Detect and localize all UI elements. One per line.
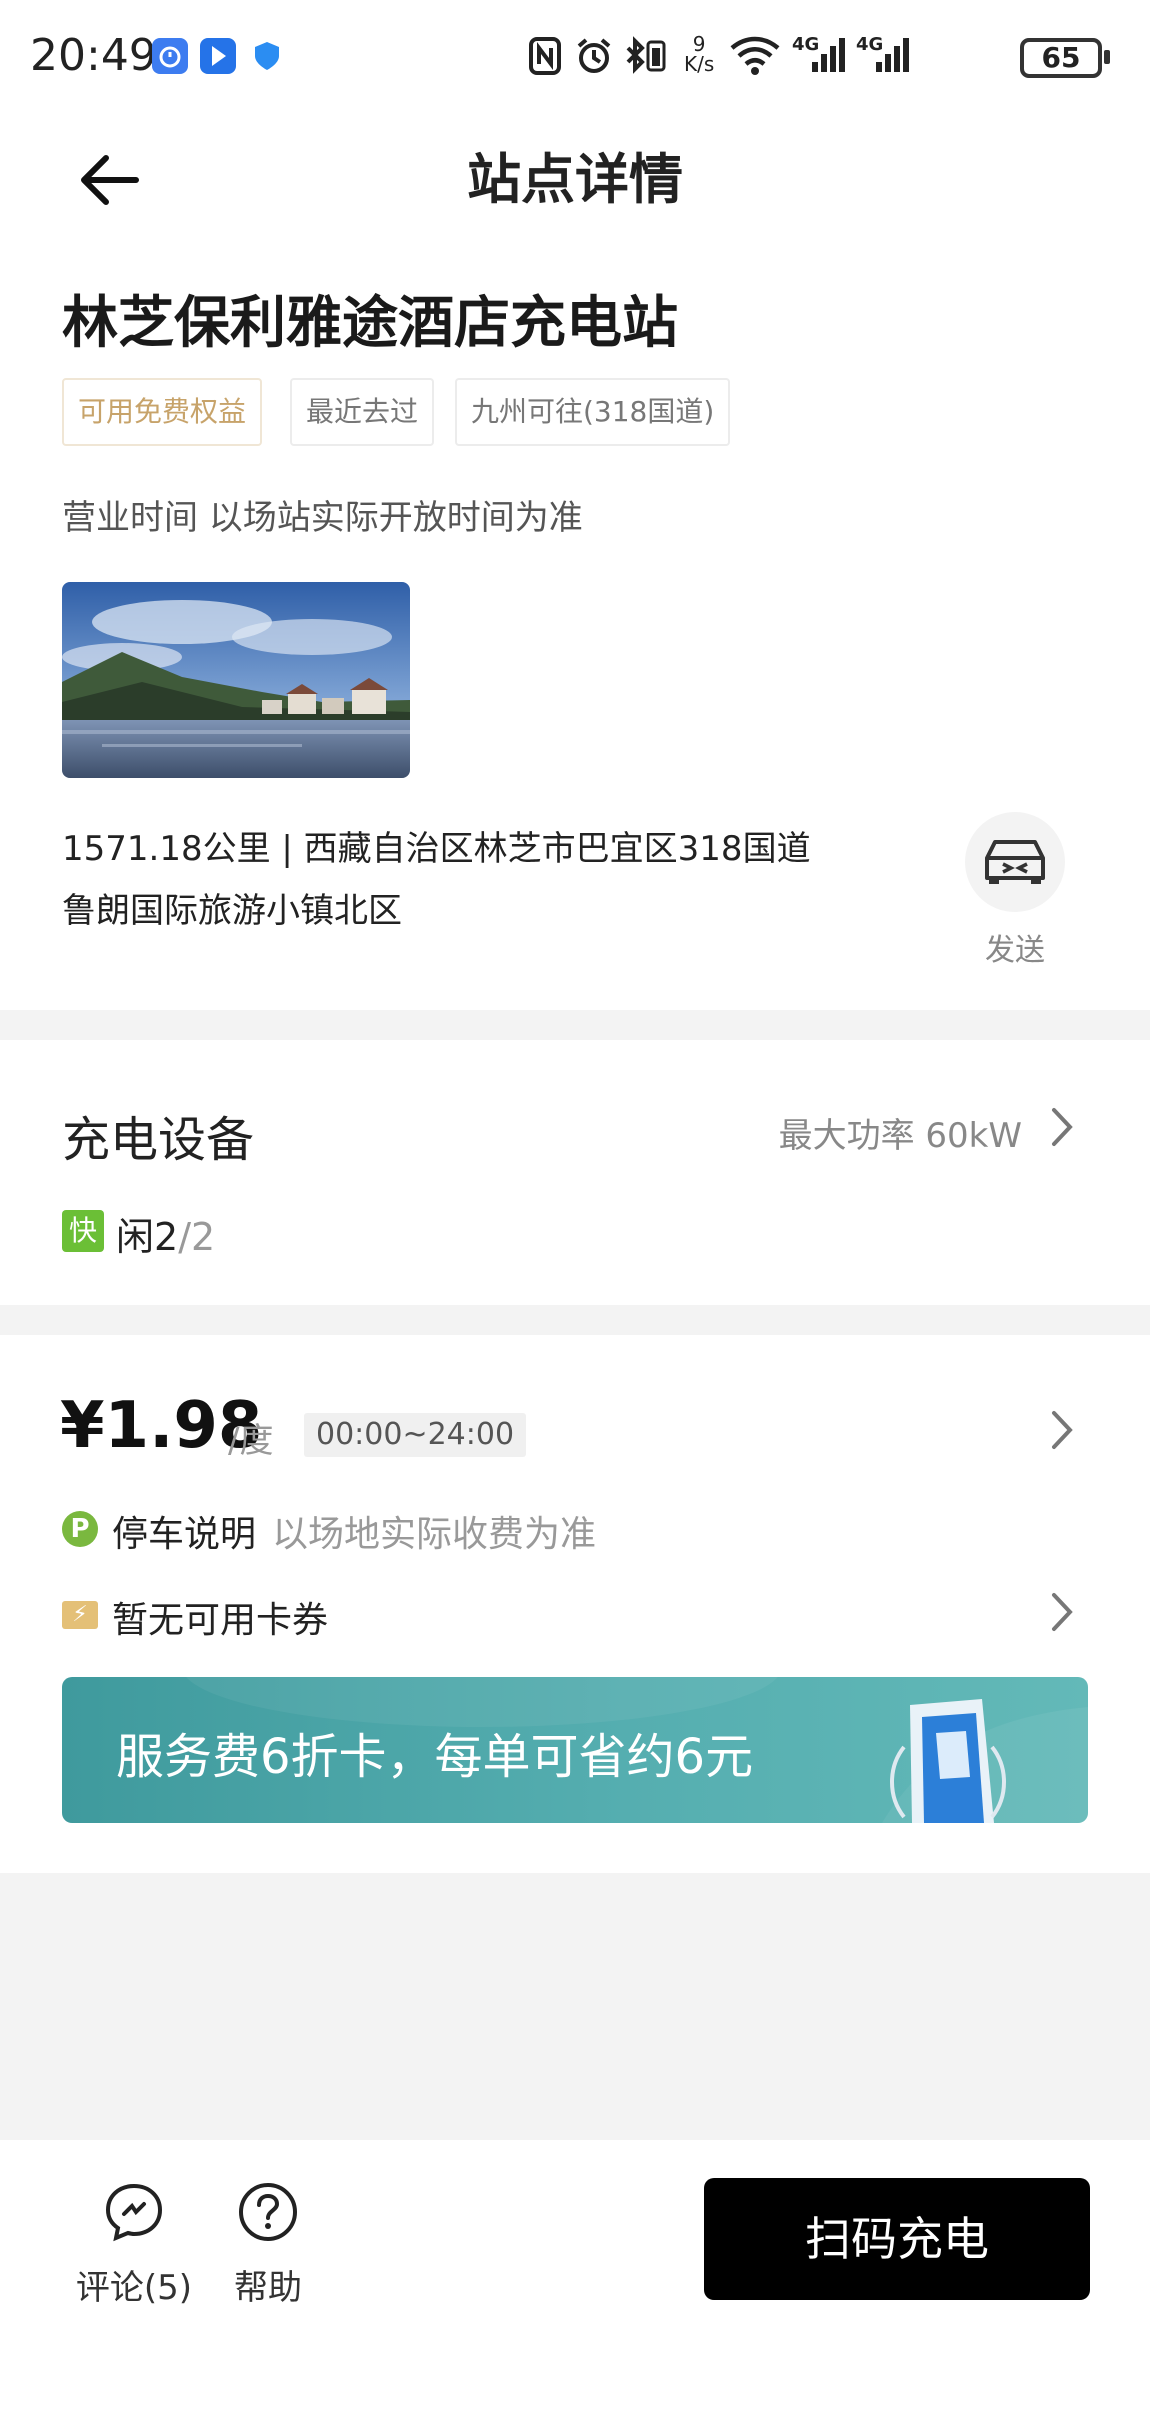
parking-label: 停车说明 (112, 1514, 257, 1555)
status-time: 20:49 (30, 30, 157, 81)
scan-to-charge-button[interactable]: 扫码充电 (704, 2178, 1090, 2300)
help-button[interactable] (236, 2180, 300, 2244)
idle-count: 闲2 (116, 1215, 179, 1259)
back-button[interactable] (70, 140, 150, 220)
promo-text: 服务费6折卡，每单可省约6元 (116, 1729, 754, 1785)
comment-button[interactable] (102, 2180, 166, 2244)
tag-route: 九州可往(318国道) (455, 378, 731, 446)
station-name: 林芝保利雅途酒店充电站 (62, 291, 678, 356)
station-photo[interactable] (62, 582, 410, 778)
station-address: 1571.18公里 | 西藏自治区林芝市巴宜区318国道 鲁朗国际旅游小镇北区 (62, 818, 882, 942)
comment-label[interactable]: 评论(5) (62, 2260, 206, 2309)
help-label[interactable]: 帮助 (222, 2260, 314, 2309)
wifi-icon (728, 34, 782, 80)
page-header: 站点详情 (0, 110, 1150, 240)
coupon-label[interactable]: 暂无可用卡券 (112, 1591, 328, 1643)
lightning-coupon-icon: ⚡ (62, 1601, 98, 1629)
cell-signal-1-label: 4G (792, 34, 820, 55)
bluetooth-icon (622, 34, 670, 82)
price-unit: /度 (228, 1421, 274, 1461)
equipment-title: 充电设备 (62, 1112, 255, 1168)
cell-signal-icon: 4G (792, 32, 848, 80)
tag-recently-visited: 最近去过 (290, 378, 435, 446)
network-speed: 9 K/s (684, 34, 714, 74)
chevron-right-icon[interactable] (1048, 1405, 1078, 1455)
car-icon (985, 840, 1045, 884)
navigation-app-icon (200, 38, 236, 74)
help-icon (239, 2183, 297, 2241)
chevron-right-icon[interactable] (1048, 1102, 1078, 1152)
alarm-app-icon (152, 38, 188, 74)
send-label: 发送 (985, 933, 1045, 968)
charging-equipment-card[interactable]: 充电设备 最大功率 60kW 快 闲2/2 (0, 1040, 1150, 1305)
station-info-card: 林芝保利雅途酒店充电站 可用免费权益 最近去过 九州可往(318国道) 营业时间… (0, 240, 1150, 1010)
battery-indicator: 65 (1020, 38, 1102, 78)
send-to-car-button[interactable] (965, 812, 1065, 912)
chevron-right-icon[interactable] (1048, 1587, 1078, 1637)
alarm-icon (574, 36, 614, 80)
network-speed-unit: K/s (684, 52, 715, 76)
total-count: /2 (178, 1215, 216, 1259)
availability-count: 闲2/2 (116, 1206, 215, 1261)
battery-tip (1104, 50, 1110, 64)
address-line-2: 鲁朗国际旅游小镇北区 (62, 891, 402, 931)
page-title: 站点详情 (467, 148, 683, 211)
pricing-card: ¥1.98 /度 00:00~24:00 P 停车说明 以场地实际收费为准 ⚡ … (0, 1335, 1150, 1873)
comment-icon (105, 2183, 163, 2242)
parking-note: 以场地实际收费为准 (272, 1514, 597, 1555)
bottom-action-bar: 评论(5) 帮助 扫码充电 (0, 2140, 1150, 2425)
fast-charge-badge: 快 (62, 1210, 104, 1252)
tag-free-benefit: 可用免费权益 (62, 378, 263, 446)
price-time-range: 00:00~24:00 (304, 1413, 527, 1457)
nfc-icon (528, 36, 562, 80)
address-line-1: 1571.18公里 | 西藏自治区林芝市巴宜区318国道 (62, 829, 811, 869)
promo-banner[interactable]: 服务费6折卡，每单可省约6元 (62, 1677, 1088, 1823)
shield-icon (252, 40, 282, 76)
parking-icon: P (62, 1511, 98, 1547)
arrow-left-icon (81, 155, 139, 205)
business-hours: 营业时间 以场站实际开放时间为准 (62, 498, 583, 538)
max-power: 最大功率 60kW (778, 1116, 1022, 1156)
cell-signal-2-label: 4G (856, 34, 884, 55)
network-speed-value: 9 (692, 32, 706, 56)
status-bar: 20:49 9 K/s 4G 4G 65 (0, 0, 1150, 110)
cell-signal-icon: 4G (856, 32, 912, 80)
